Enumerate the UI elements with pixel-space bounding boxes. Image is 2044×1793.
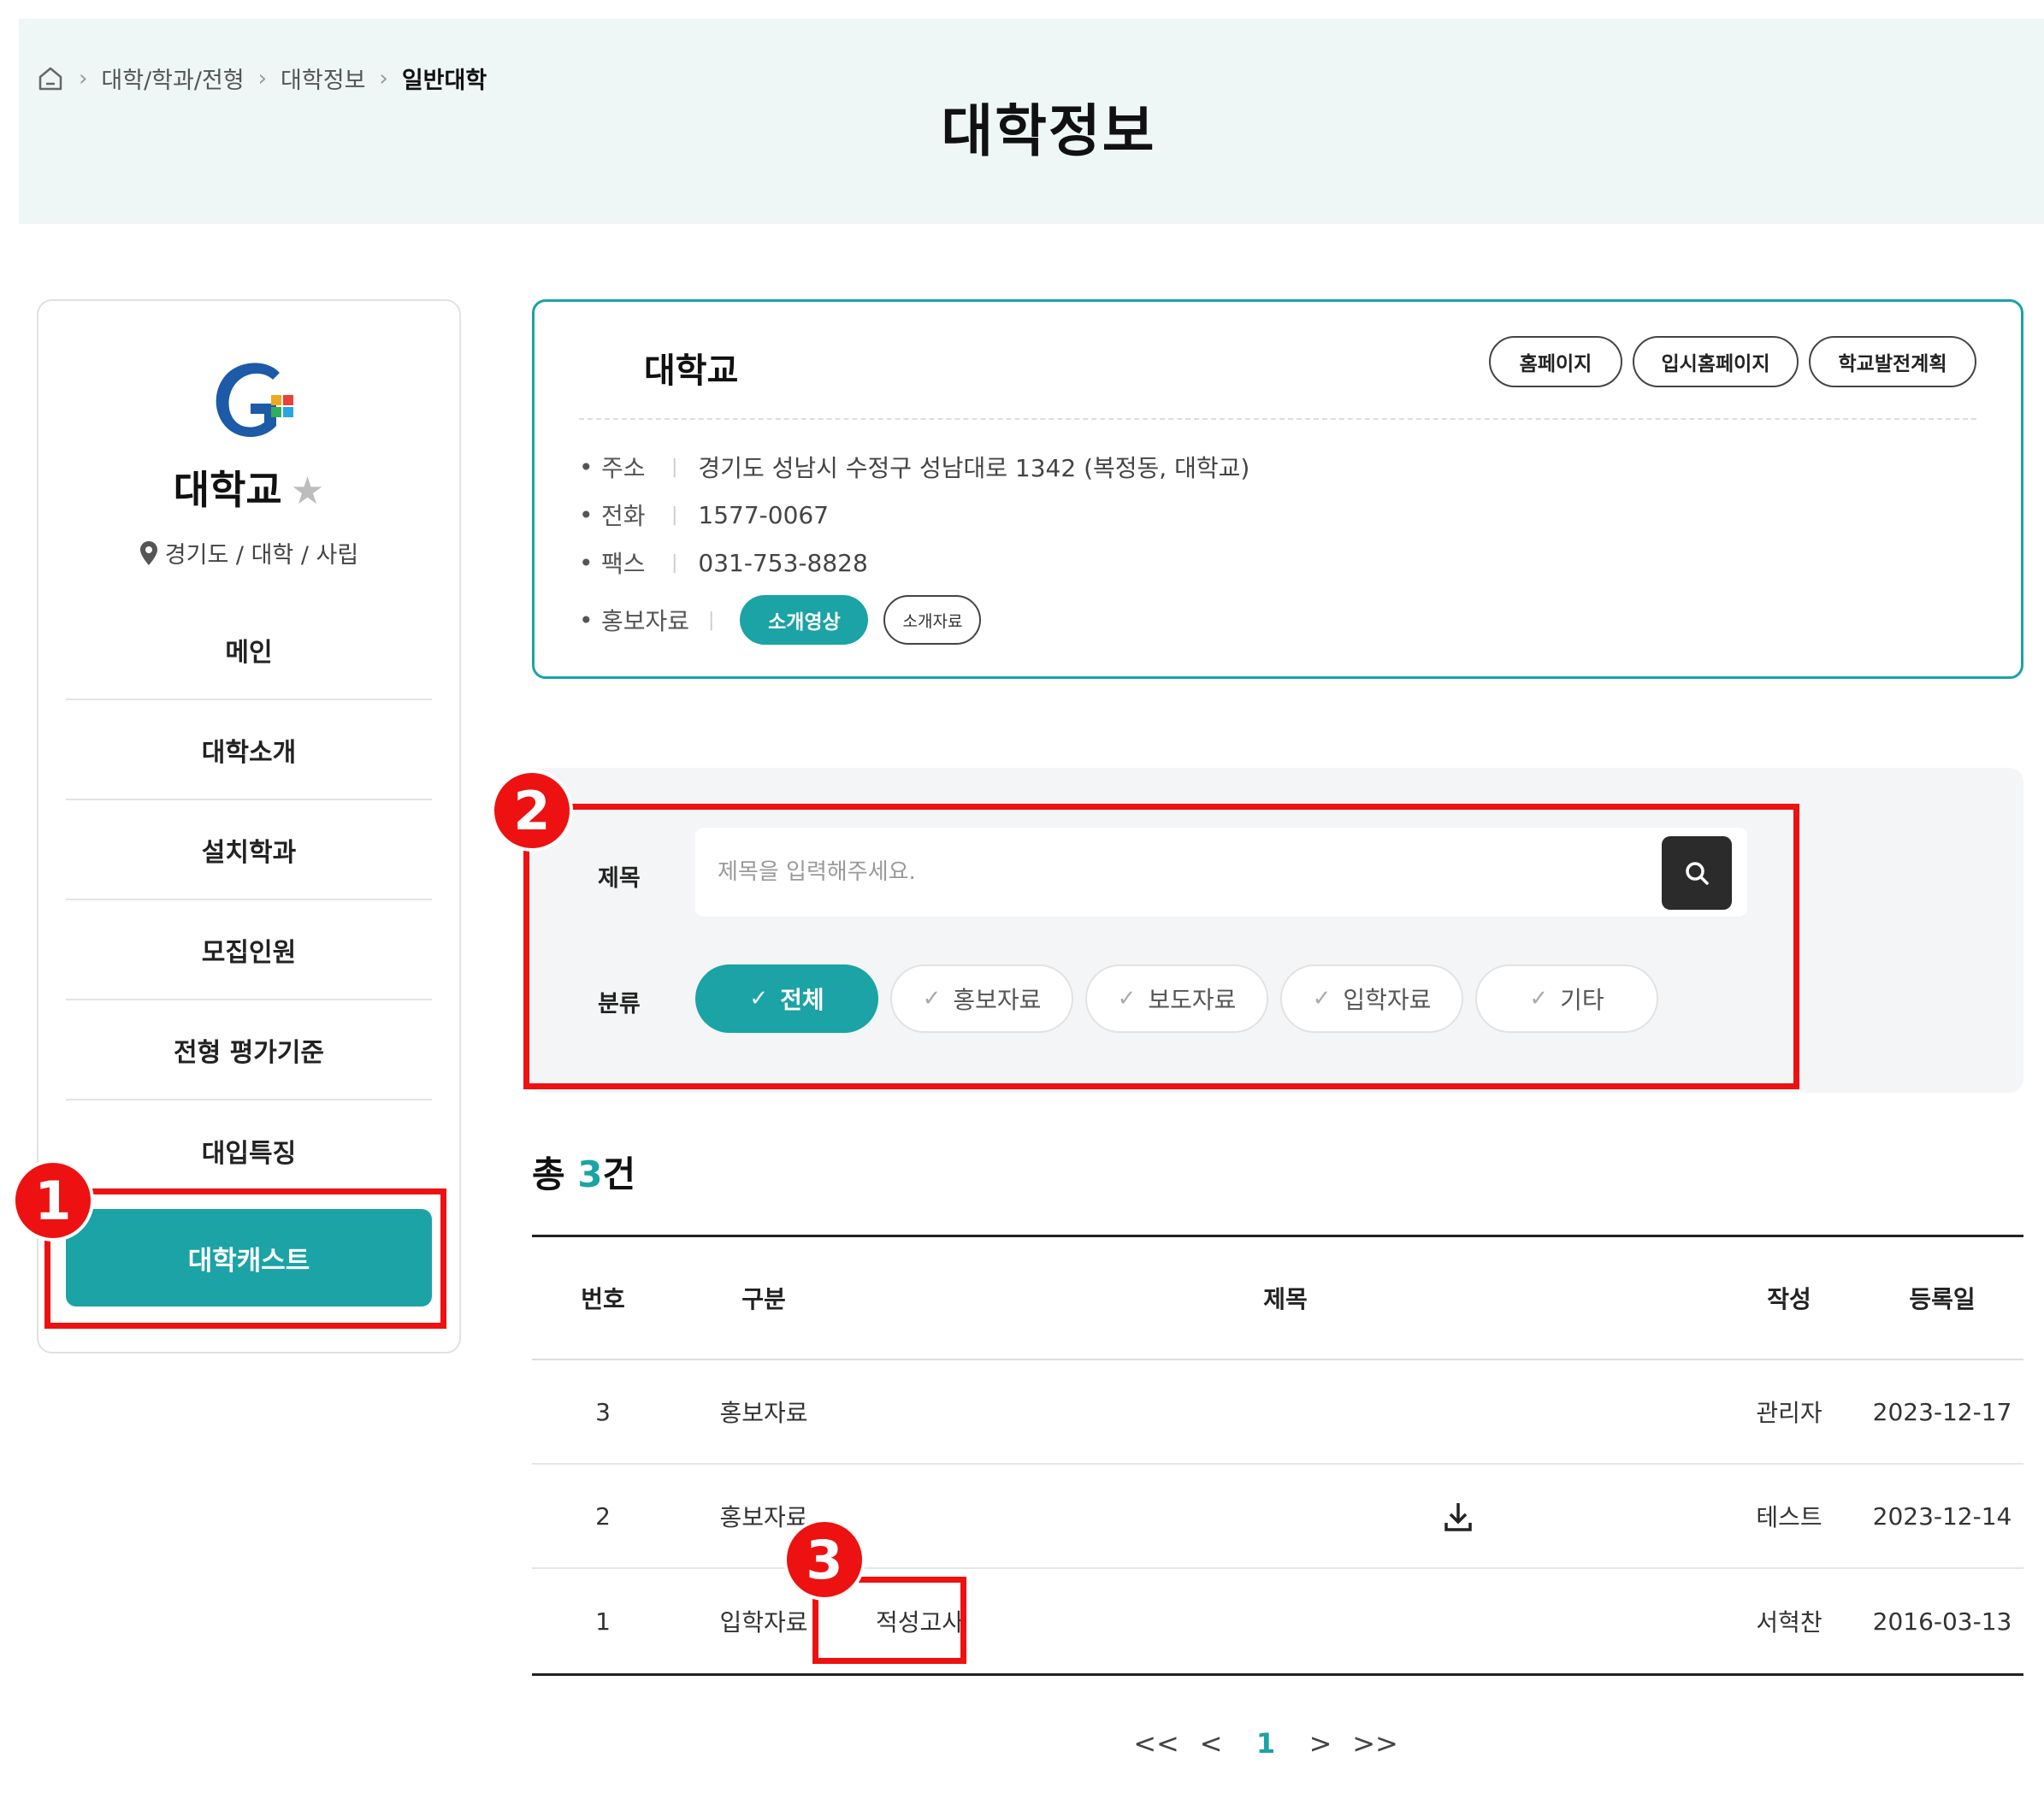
header-date: 등록일 — [1909, 1285, 1976, 1313]
location-pin-icon — [139, 541, 157, 565]
star-icon[interactable]: ★ — [291, 469, 324, 513]
last-page-button[interactable]: >> — [1348, 1727, 1403, 1760]
cell-date: 2016-03-13 — [1872, 1607, 2012, 1636]
page-title: 대학정보 — [941, 98, 1156, 164]
bullet-icon: • — [579, 500, 594, 529]
table-row[interactable]: 3 홍보자료 관리자 2023-12-17 — [532, 1360, 2023, 1465]
table-header: 번호 구분 제목 작성 등록일 — [532, 1237, 2023, 1360]
sidebar-item-departments[interactable]: 설치학과 — [66, 800, 432, 900]
step-badge-2: 2 — [491, 770, 573, 852]
table-row[interactable]: 2 홍보자료 테스트 2023-12-14 — [532, 1465, 2023, 1569]
cell-no: 3 — [595, 1397, 611, 1426]
count-suffix: 건 — [602, 1153, 636, 1195]
bullet-icon: • — [579, 452, 594, 481]
cell-author: 관리자 — [1756, 1399, 1822, 1427]
cell-date: 2023-12-14 — [1872, 1501, 2012, 1531]
count-number: 3 — [577, 1153, 603, 1195]
first-page-button[interactable]: << — [1129, 1727, 1184, 1760]
info-label: 팩스 — [601, 550, 646, 578]
school-name: 대학교 ★ — [38, 459, 459, 516]
info-value: 031-753-8828 — [698, 548, 868, 577]
separator: | — [708, 609, 715, 631]
header-author: 작성 — [1767, 1285, 1811, 1313]
cell-no: 1 — [595, 1607, 611, 1636]
info-label: 주소 — [601, 454, 646, 482]
cell-title[interactable]: 적성고사 — [854, 1604, 1717, 1638]
result-count: 총 3건 — [532, 1146, 635, 1198]
cell-no: 2 — [595, 1501, 611, 1531]
cell-author: 테스트 — [1756, 1503, 1822, 1531]
header-no: 번호 — [581, 1285, 625, 1313]
intro-video-button[interactable]: 소개영상 — [740, 595, 869, 645]
highlight-box-1 — [44, 1188, 446, 1329]
table-row[interactable]: 1 입학자료 적성고사 서혁찬 2016-03-13 — [532, 1569, 2023, 1673]
sidebar-item-evaluation[interactable]: 전형 평가기준 — [66, 1000, 432, 1100]
info-label: 홍보자료 — [601, 607, 690, 635]
link-buttons: 홈페이지 입시홈페이지 학교발전계획 — [1489, 336, 1976, 387]
separator: | — [671, 504, 678, 526]
bullet-icon: • — [579, 605, 594, 634]
info-row-address: • 주소 | 경기도 성남시 수정구 성남대로 1342 (복정동, 대학교) — [579, 443, 1249, 491]
sidebar-item-intro[interactable]: 대학소개 — [66, 700, 432, 800]
step-badge-1: 1 — [12, 1159, 94, 1242]
intro-material-button[interactable]: 소개자료 — [883, 595, 982, 645]
info-list: • 주소 | 경기도 성남시 수정구 성남대로 1342 (복정동, 대학교) … — [579, 443, 1249, 650]
info-label: 전화 — [601, 502, 646, 530]
school-location-text: 경기도 / 대학 / 사립 — [164, 542, 359, 569]
cell-date: 2023-12-17 — [1872, 1397, 2012, 1426]
cell-category: 홍보자료 — [719, 1399, 808, 1427]
info-row-phone: • 전화 | 1577-0067 — [579, 491, 1249, 539]
divider — [579, 418, 1976, 420]
current-page[interactable]: 1 — [1238, 1727, 1293, 1760]
info-value: 경기도 성남시 수정구 성남대로 1342 (복정동, 대학교) — [698, 454, 1250, 482]
bullet-icon: • — [579, 548, 594, 577]
header-title: 제목 — [1263, 1285, 1308, 1313]
count-prefix: 총 — [532, 1153, 578, 1195]
highlight-box-2 — [523, 804, 1799, 1089]
header-category: 구분 — [741, 1285, 786, 1313]
pagination: << < 1 > >> — [1129, 1727, 1403, 1760]
next-page-button[interactable]: > — [1293, 1727, 1348, 1760]
info-row-promo: • 홍보자료 | 소개영상 소개자료 — [579, 590, 1249, 650]
school-logo — [216, 363, 293, 438]
page-header: › 대학/학과/전형 › 대학정보 › 일반대학 대학정보 — [19, 19, 2044, 224]
step-badge-3: 3 — [783, 1519, 865, 1601]
results-table: 번호 구분 제목 작성 등록일 3 홍보자료 관리자 2023-12-17 2 … — [532, 1235, 2023, 1676]
sidebar-item-recruitment[interactable]: 모집인원 — [66, 900, 432, 1000]
homepage-button[interactable]: 홈페이지 — [1489, 336, 1622, 387]
prev-page-button[interactable]: < — [1184, 1727, 1238, 1760]
info-row-fax: • 팩스 | 031-753-8828 — [579, 539, 1249, 587]
development-plan-button[interactable]: 학교발전계획 — [1809, 336, 1976, 387]
school-name-text: 대학교 — [173, 467, 282, 513]
separator: | — [671, 551, 678, 574]
sidebar-item-main[interactable]: 메인 — [66, 600, 432, 700]
cell-author: 서혁찬 — [1756, 1608, 1822, 1637]
separator: | — [671, 456, 678, 478]
school-location: 경기도 / 대학 / 사립 — [38, 536, 459, 569]
school-info-card: 대학교 홈페이지 입시홈페이지 학교발전계획 • 주소 | 경기도 성남시 수정… — [532, 299, 2023, 679]
info-value: 1577-0067 — [698, 500, 830, 529]
download-icon[interactable] — [1444, 1501, 1473, 1533]
sidebar-item-features[interactable]: 대입특징 — [66, 1100, 432, 1200]
info-title: 대학교 — [644, 351, 739, 391]
admission-homepage-button[interactable]: 입시홈페이지 — [1633, 336, 1799, 387]
sidebar-menu: 메인 대학소개 설치학과 모집인원 전형 평가기준 대입특징 — [66, 600, 432, 1200]
